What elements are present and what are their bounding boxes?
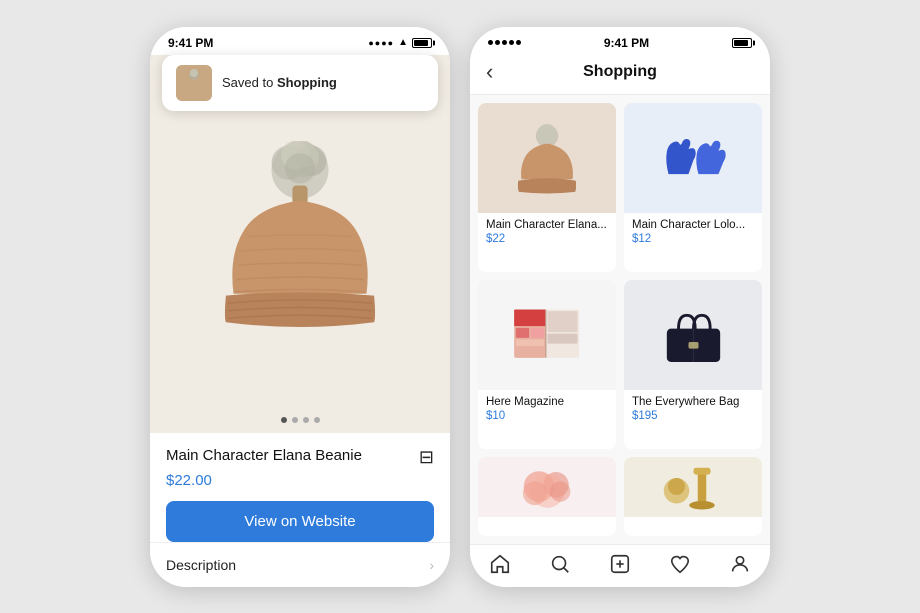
product-card-4[interactable]: The Everywhere Bag $195 [624,280,762,449]
right-battery-icon [732,38,752,48]
right-status-icons [732,38,752,48]
card-image-2 [624,103,762,213]
shopping-nav-bar: ‹ Shopping [470,55,770,95]
product-info-section: Main Character Elana Beanie ⊟ $22.00 Vie… [150,433,450,587]
heart-icon [669,553,691,575]
nav-add[interactable] [609,553,631,575]
nav-likes[interactable] [669,553,691,575]
chevron-right-icon: › [429,557,434,573]
toast-hat-icon [179,68,209,98]
dot-3 [303,417,309,423]
nav-title: Shopping [583,63,657,81]
product-card-2[interactable]: Main Character Lolo... $12 [624,103,762,272]
card-magazine-svg [505,297,590,372]
card-body-4: The Everywhere Bag $195 [624,390,762,430]
saved-toast: Saved to Shopping [162,55,438,111]
card-price-3: $10 [486,410,608,422]
view-on-website-button[interactable]: View on Website [166,501,434,542]
shopping-grid: Main Character Elana... $22 Main Charact… [470,95,770,544]
left-status-icons: ●●●● ▲ [368,37,432,48]
card-body-3: Here Magazine $10 [478,390,616,430]
card-price-1: $22 [486,233,608,245]
card-price-2: $12 [632,233,754,245]
dot-1 [281,417,287,423]
card-hat-svg-1 [507,120,587,195]
dot-4 [314,417,320,423]
card-body-2: Main Character Lolo... $12 [624,213,762,253]
search-icon [549,553,571,575]
home-icon [489,553,511,575]
description-label: Description [166,557,236,573]
toast-text: Saved to Shopping [222,75,337,90]
product-title-row: Main Character Elana Beanie ⊟ [166,447,434,468]
card-image-5 [478,457,616,517]
right-phone: 9:41 PM ‹ Shopping [470,27,770,587]
product-name: Main Character Elana Beanie [166,447,362,464]
left-status-bar: 9:41 PM ●●●● ▲ [150,27,450,55]
card-image-4 [624,280,762,390]
card-gold-svg [651,459,736,514]
left-phone: 9:41 PM ●●●● ▲ [150,27,450,587]
back-button[interactable]: ‹ [486,61,493,83]
left-content-area: Saved to Shopping [150,55,450,433]
product-card-5[interactable] [478,457,616,536]
product-card-1[interactable]: Main Character Elana... $22 [478,103,616,272]
toast-thumbnail [176,65,212,101]
card-image-6 [624,457,762,517]
right-time: 9:41 PM [604,36,649,50]
dot-2 [292,417,298,423]
card-bag-svg [651,297,736,372]
wifi-icon: ▲ [398,37,408,48]
product-card-6[interactable] [624,457,762,536]
pagination-dots [150,417,450,433]
card-price-4: $195 [632,410,754,422]
bottom-nav [470,544,770,587]
product-info: Main Character Elana Beanie ⊟ $22.00 Vie… [150,433,450,542]
card-title-4: The Everywhere Bag [632,396,754,408]
card-title-2: Main Character Lolo... [632,219,754,231]
signal-dots [488,40,521,45]
product-card-3[interactable]: Here Magazine $10 [478,280,616,449]
card-body-1: Main Character Elana... $22 [478,213,616,253]
left-time: 9:41 PM [168,36,213,50]
bookmark-icon[interactable]: ⊟ [419,447,434,468]
card-mittens-svg [651,120,736,195]
nav-search[interactable] [549,553,571,575]
signal-icon: ●●●● [368,38,394,48]
nav-home[interactable] [489,553,511,575]
right-status-bar: 9:41 PM [470,27,770,55]
card-pink-svg [505,459,590,514]
hat-image [200,141,400,361]
nav-profile[interactable] [729,553,751,575]
card-image-3 [478,280,616,390]
description-row[interactable]: Description › [150,542,450,587]
card-title-1: Main Character Elana... [486,219,608,231]
profile-icon [729,553,751,575]
card-image-1 [478,103,616,213]
product-price: $22.00 [166,472,434,489]
add-icon [609,553,631,575]
battery-icon [412,38,432,48]
beanie-svg [205,141,395,361]
card-title-3: Here Magazine [486,396,608,408]
